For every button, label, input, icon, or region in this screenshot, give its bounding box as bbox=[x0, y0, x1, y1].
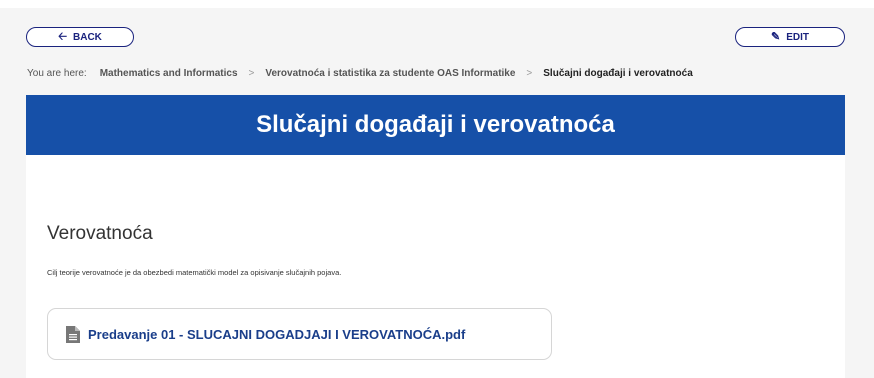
page-title: Slučajni događaji i verovatnoća bbox=[256, 111, 615, 138]
back-button-label: BACK bbox=[73, 31, 102, 43]
document-icon bbox=[66, 325, 80, 343]
breadcrumb-separator: > bbox=[526, 68, 533, 79]
breadcrumb-item-current: Slučajni događaji i verovatnoća bbox=[543, 68, 693, 79]
breadcrumb-prefix: You are here: bbox=[27, 68, 87, 79]
page: 🡠 BACK ✎ EDIT You are here: Mathematics … bbox=[0, 0, 874, 378]
section-title: Verovatnoća bbox=[47, 223, 153, 244]
breadcrumb-item-mathematics[interactable]: Mathematics and Informatics bbox=[100, 68, 238, 79]
page-banner: Slučajni događaji i verovatnoća bbox=[26, 95, 845, 155]
edit-button-label: EDIT bbox=[786, 31, 809, 43]
back-button[interactable]: 🡠 BACK bbox=[26, 27, 134, 47]
top-bar bbox=[0, 0, 874, 8]
pencil-icon: ✎ bbox=[771, 30, 781, 43]
breadcrumb-separator: > bbox=[248, 68, 255, 79]
file-link[interactable]: Predavanje 01 - SLUCAJNI DOGADJAJI I VER… bbox=[88, 327, 465, 342]
section-description: Cilj teorije verovatnoće je da obezbedi … bbox=[47, 268, 342, 277]
breadcrumb-item-course[interactable]: Verovatnoća i statistika za studente OAS… bbox=[265, 68, 515, 79]
breadcrumb: You are here: Mathematics and Informatic… bbox=[27, 68, 696, 79]
file-card[interactable]: Predavanje 01 - SLUCAJNI DOGADJAJI I VER… bbox=[47, 308, 552, 360]
content-card: Slučajni događaji i verovatnoća Verovatn… bbox=[26, 95, 845, 378]
arrow-left-icon: 🡠 bbox=[58, 30, 68, 43]
edit-button[interactable]: ✎ EDIT bbox=[735, 27, 845, 47]
